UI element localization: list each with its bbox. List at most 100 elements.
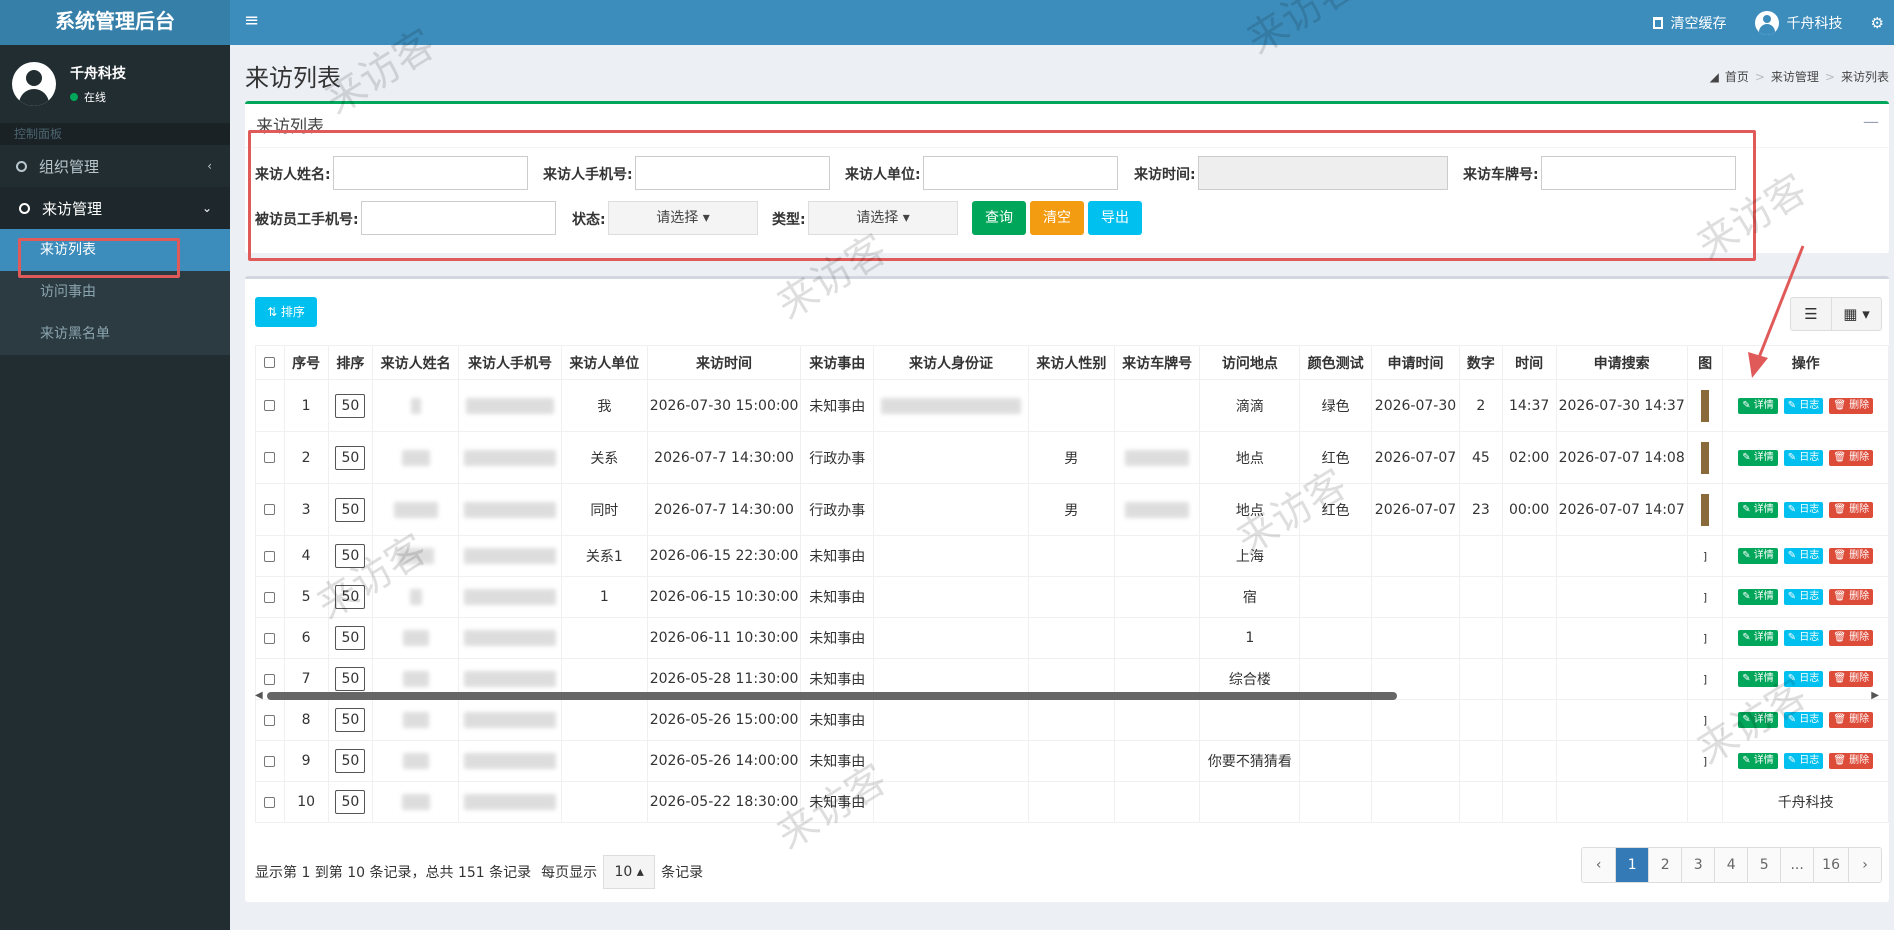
table-row[interactable]: 2 50 关系 2026-07-7 14:30:00 行政办事 男 地点 红色 2026-07-… [255, 431, 1889, 484]
sidebar-item-visitor[interactable]: 来访管理 ⌄ [0, 187, 230, 229]
sort-order-input[interactable]: 50 [335, 585, 366, 609]
table-row[interactable]: 8 50 2026-05-26 15:00:00 未知事由] ✎ 详情 ✎ 日志 🗑 删除 [255, 699, 1889, 741]
col-header[interactable]: 序号 [283, 345, 329, 380]
delete-button[interactable]: 🗑 删除 [1829, 449, 1874, 466]
menu-toggle-icon[interactable]: ≡ [244, 10, 259, 31]
row-checkbox[interactable] [264, 632, 276, 644]
thumbnail-image[interactable] [1701, 493, 1710, 526]
table-row[interactable]: 9 50 2026-05-26 14:00:00 未知事由 你要不猜猜看] ✎ 详情 ✎ 日… [255, 740, 1889, 782]
detail-button[interactable]: ✎ 详情 [1738, 753, 1778, 769]
detail-button[interactable]: ✎ 详情 [1738, 589, 1778, 605]
scroll-left-icon[interactable]: ◀ [255, 690, 263, 701]
sort-order-input[interactable]: 50 [335, 667, 366, 691]
breadcrumb-visitor[interactable]: 来访管理 [1771, 68, 1819, 85]
delete-button[interactable]: 🗑 删除 [1829, 712, 1874, 728]
row-checkbox[interactable] [264, 755, 276, 767]
plate-input[interactable] [1541, 156, 1736, 190]
page-4[interactable]: 4 [1714, 848, 1748, 882]
gear-icon[interactable]: ⚙ [1871, 14, 1884, 32]
detail-button[interactable]: ✎ 详情 [1738, 548, 1778, 564]
col-header[interactable]: 访问地点 [1199, 345, 1301, 380]
row-checkbox[interactable] [264, 714, 276, 726]
sort-order-input[interactable]: 50 [335, 708, 366, 732]
sort-order-input[interactable]: 50 [335, 445, 366, 470]
user-menu[interactable]: 千舟科技 [1754, 10, 1843, 35]
table-row[interactable]: 3 50 同时 2026-07-7 14:30:00 行政办事 男 地点 红色 2026-07-… [255, 483, 1889, 536]
row-checkbox[interactable] [264, 504, 276, 515]
detail-button[interactable]: ✎ 详情 [1738, 397, 1778, 414]
col-header[interactable]: 申请搜索 [1555, 345, 1688, 380]
col-header[interactable]: 排序 [327, 345, 374, 380]
breadcrumb-home[interactable]: 首页 [1725, 68, 1749, 85]
delete-button[interactable]: 🗑 删除 [1829, 501, 1874, 518]
col-header[interactable]: 操作 [1722, 345, 1889, 380]
col-header[interactable]: 来访人性别 [1027, 345, 1115, 380]
col-header[interactable]: 来访人单位 [560, 345, 648, 380]
sidebar-subitem-visit-reason[interactable]: 访问事由 [0, 271, 230, 313]
select-all-checkbox[interactable] [255, 345, 285, 380]
col-header[interactable]: 来访人手机号 [458, 345, 562, 380]
log-button[interactable]: ✎ 日志 [1783, 712, 1824, 728]
row-checkbox[interactable] [264, 550, 276, 562]
page-size-select[interactable]: 10 ▴ [603, 855, 656, 889]
log-button[interactable]: ✎ 日志 [1783, 449, 1824, 466]
employee-phone-input[interactable] [361, 201, 556, 235]
visitor-name-input[interactable] [333, 156, 528, 190]
log-button[interactable]: ✎ 日志 [1783, 630, 1824, 646]
detail-button[interactable]: ✎ 详情 [1738, 630, 1778, 646]
sort-order-input[interactable]: 50 [335, 544, 366, 568]
delete-button[interactable]: 🗑 删除 [1829, 589, 1874, 605]
collapse-icon[interactable]: — [1863, 112, 1879, 131]
scroll-thumb[interactable] [267, 692, 1397, 700]
delete-button[interactable]: 🗑 删除 [1829, 397, 1874, 414]
clear-button[interactable]: 清空 [1030, 201, 1084, 235]
delete-button[interactable]: 🗑 删除 [1829, 753, 1874, 769]
prev-page-button[interactable]: ‹ [1582, 848, 1616, 882]
visitor-phone-input[interactable] [635, 156, 830, 190]
delete-button[interactable]: 🗑 删除 [1829, 671, 1874, 687]
scroll-right-icon[interactable]: ▶ [1871, 690, 1879, 701]
col-header[interactable]: 来访车牌号 [1113, 345, 1201, 380]
col-header[interactable]: 颜色测试 [1299, 345, 1373, 380]
detail-button[interactable]: ✎ 详情 [1738, 712, 1778, 728]
table-row[interactable]: 6 50 2026-06-11 10:30:00 未知事由 1] ✎ 详情 ✎ 日志 🗑 删除 [255, 617, 1889, 659]
table-row[interactable]: 4 50 关系1 2026-06-15 22:30:00 未知事由 上海] ✎ 详情 ✎ 日志… [255, 535, 1889, 577]
log-button[interactable]: ✎ 日志 [1783, 548, 1824, 564]
horizontal-scrollbar[interactable]: ◀ ▶ [255, 690, 1879, 702]
query-button[interactable]: 查询 [972, 201, 1026, 235]
sort-button[interactable]: ⇅ 排序 [255, 297, 317, 327]
row-checkbox[interactable] [264, 452, 276, 463]
row-checkbox[interactable] [264, 796, 276, 808]
sort-order-input[interactable]: 50 [335, 393, 366, 418]
sort-order-input[interactable]: 50 [335, 790, 366, 814]
clear-cache-button[interactable]: 清空缓存 [1652, 13, 1727, 33]
sidebar-subitem-blacklist[interactable]: 来访黑名单 [0, 313, 230, 355]
log-button[interactable]: ✎ 日志 [1783, 501, 1824, 518]
log-button[interactable]: ✎ 日志 [1783, 397, 1824, 414]
export-button[interactable]: 导出 [1088, 201, 1142, 235]
list-view-icon[interactable]: ☰ [1791, 298, 1831, 330]
sidebar-subitem-visitor-list[interactable]: 来访列表 [0, 229, 230, 271]
log-button[interactable]: ✎ 日志 [1783, 671, 1824, 687]
col-header[interactable]: 来访时间 [646, 345, 802, 380]
page-5[interactable]: 5 [1747, 848, 1781, 882]
row-checkbox[interactable] [264, 673, 276, 685]
status-select[interactable]: 请选择 ▾ [608, 201, 758, 235]
delete-button[interactable]: 🗑 删除 [1829, 630, 1874, 646]
table-row[interactable]: 1 50 我 2026-07-30 15:00:00 未知事由 滴滴 绿色 2026-07-3… [255, 379, 1889, 432]
sort-order-input[interactable]: 50 [335, 749, 366, 773]
page-16[interactable]: 16 [1813, 848, 1848, 882]
row-checkbox[interactable] [264, 591, 276, 603]
visit-time-input[interactable] [1198, 156, 1448, 190]
col-header[interactable]: 申请时间 [1371, 345, 1460, 380]
page-2[interactable]: 2 [1648, 848, 1682, 882]
sort-order-input[interactable]: 50 [335, 497, 366, 522]
row-checkbox[interactable] [264, 400, 276, 411]
table-row[interactable]: 10 50 2026-05-22 18:30:00 未知事由 千舟科技 [255, 781, 1889, 823]
col-header[interactable]: 时间 [1501, 345, 1557, 380]
col-header[interactable]: 图 [1686, 345, 1724, 380]
page-1[interactable]: 1 [1615, 848, 1649, 882]
next-page-button[interactable]: › [1848, 848, 1881, 882]
col-header[interactable]: 来访人身份证 [873, 345, 1029, 380]
col-header[interactable]: 数字 [1458, 345, 1503, 380]
